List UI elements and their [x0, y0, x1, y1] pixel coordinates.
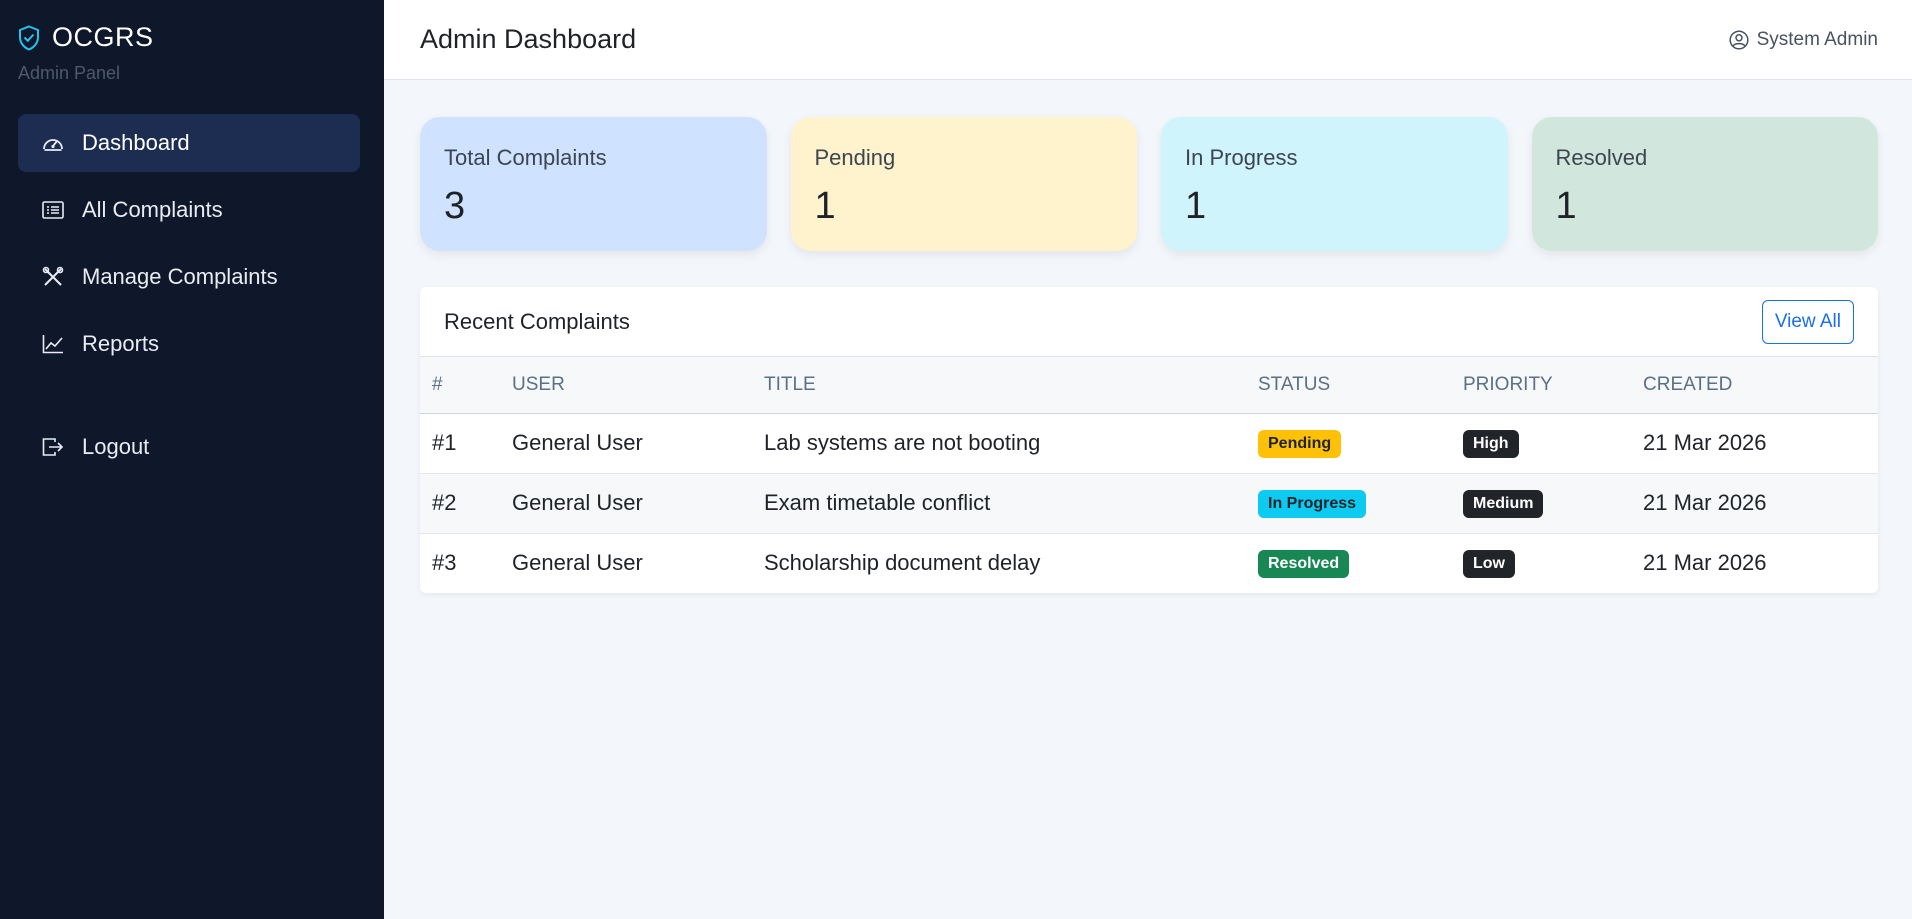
column-header-created[interactable]: CREATED — [1631, 357, 1878, 414]
table-body: #1 General User Lab systems are not boot… — [420, 413, 1878, 593]
cell-user: General User — [500, 413, 752, 474]
column-header-priority[interactable]: PRIORITY — [1451, 357, 1631, 414]
shield-check-icon — [18, 24, 40, 51]
table-row[interactable]: #2 General User Exam timetable conflict … — [420, 473, 1878, 534]
speedometer-icon — [42, 132, 64, 154]
cell-status: Resolved — [1246, 533, 1451, 593]
status-badge: Pending — [1258, 430, 1342, 458]
table-header: # USER TITLE STATUS PRIORITY CREATED — [420, 357, 1878, 414]
brand[interactable]: OCGRS — [18, 0, 360, 53]
cell-title: Scholarship document delay — [764, 550, 1041, 576]
priority-badge: Medium — [1463, 490, 1544, 518]
cell-title: Lab systems are not booting — [752, 413, 1246, 474]
cell-title: Exam timetable conflict — [752, 473, 1246, 534]
complaints-table: # USER TITLE STATUS PRIORITY CREATED #1 … — [420, 357, 1878, 593]
recent-complaints-panel: Recent Complaints View All # USER TITLE … — [420, 287, 1878, 593]
sidebar-item-manage-complaints[interactable]: Manage Complaints — [18, 248, 360, 306]
cell-priority: Low — [1451, 533, 1631, 593]
logout-icon — [42, 436, 64, 458]
sidebar-item-label: Manage Complaints — [82, 264, 278, 289]
table-row[interactable]: #1 General User Lab systems are not boot… — [420, 413, 1878, 474]
page-title: Admin Dashboard — [420, 24, 637, 54]
status-badge: Resolved — [1258, 550, 1350, 579]
brand-subtitle: Admin Panel — [18, 63, 121, 83]
list-icon — [42, 199, 64, 221]
stat-card-pending: Pending 1 — [790, 117, 1137, 251]
header-row: # USER TITLE STATUS PRIORITY CREATED — [420, 357, 1878, 414]
table-row[interactable]: #3 General User Scholarship document del… — [420, 533, 1878, 593]
chart-icon — [42, 333, 64, 355]
tools-icon — [42, 266, 64, 288]
cell-status: Pending — [1246, 413, 1451, 474]
sidebar-item-reports[interactable]: Reports — [18, 315, 360, 373]
sidebar-item-dashboard[interactable]: Dashboard — [18, 114, 360, 172]
sidebar-item-all-complaints[interactable]: All Complaints — [18, 181, 360, 239]
cell-id: #1 — [420, 413, 500, 474]
column-header-user[interactable]: USER — [500, 357, 752, 414]
dashboard-content: Total Complaints 3 Pending 1 In Progress… — [384, 80, 1912, 593]
sidebar-item-label: Reports — [82, 331, 160, 356]
cell-priority: Medium — [1451, 473, 1631, 534]
column-header-id[interactable]: # — [420, 357, 500, 414]
cell-user: General User — [512, 550, 643, 576]
stat-value: 1 — [1185, 185, 1207, 227]
cell-user: General User — [500, 473, 752, 534]
cell-priority: High — [1451, 413, 1631, 474]
cell-created: 21 Mar 2026 — [1631, 413, 1878, 474]
stat-cards: Total Complaints 3 Pending 1 In Progress… — [420, 117, 1878, 251]
stat-value: 1 — [1555, 185, 1577, 227]
stat-value: 3 — [444, 185, 466, 227]
stat-label: Total Complaints — [444, 145, 607, 170]
brand-name: OCGRS — [52, 22, 154, 52]
sidebar-item-logout[interactable]: Logout — [18, 418, 360, 476]
cell-created: 21 Mar 2026 — [1643, 550, 1767, 576]
user-circle-icon — [1729, 29, 1749, 50]
sidebar: OCGRS Admin Panel Dashboard All Complain… — [0, 0, 384, 919]
cell-id: #2 — [420, 473, 500, 534]
stat-label: Resolved — [1555, 145, 1648, 170]
sidebar-item-label: Logout — [82, 434, 150, 459]
user-name: System Admin — [1756, 28, 1878, 50]
cell-id: #3 — [432, 550, 457, 576]
sidebar-item-label: All Complaints — [82, 197, 223, 222]
panel-title: Recent Complaints — [444, 308, 630, 334]
status-badge: In Progress — [1258, 490, 1367, 518]
sidebar-item-label: Dashboard — [82, 130, 190, 155]
column-header-title[interactable]: TITLE — [752, 357, 1246, 414]
cell-created: 21 Mar 2026 — [1631, 473, 1878, 534]
stat-label: Pending — [814, 145, 896, 170]
priority-badge: High — [1463, 430, 1519, 458]
user-menu[interactable]: System Admin — [1729, 29, 1878, 51]
stat-value: 1 — [814, 185, 836, 227]
cell-status: In Progress — [1246, 473, 1451, 534]
main-area: Admin Dashboard System Admin Total Compl… — [384, 0, 1912, 919]
app-root: OCGRS Admin Panel Dashboard All Complain… — [0, 0, 1912, 919]
column-header-status[interactable]: STATUS — [1246, 357, 1451, 414]
priority-badge: Low — [1463, 550, 1515, 579]
topbar: Admin Dashboard System Admin — [384, 0, 1912, 80]
view-all-button[interactable]: View All — [1761, 299, 1854, 344]
stat-label: In Progress — [1185, 145, 1298, 170]
stat-card-resolved: Resolved 1 — [1531, 117, 1878, 251]
stat-card-in-progress: In Progress 1 — [1161, 117, 1508, 251]
stat-card-total: Total Complaints 3 — [420, 117, 767, 251]
sidebar-nav: Dashboard All Complaints Manage Complain… — [18, 114, 360, 476]
panel-header: Recent Complaints View All — [420, 287, 1878, 357]
